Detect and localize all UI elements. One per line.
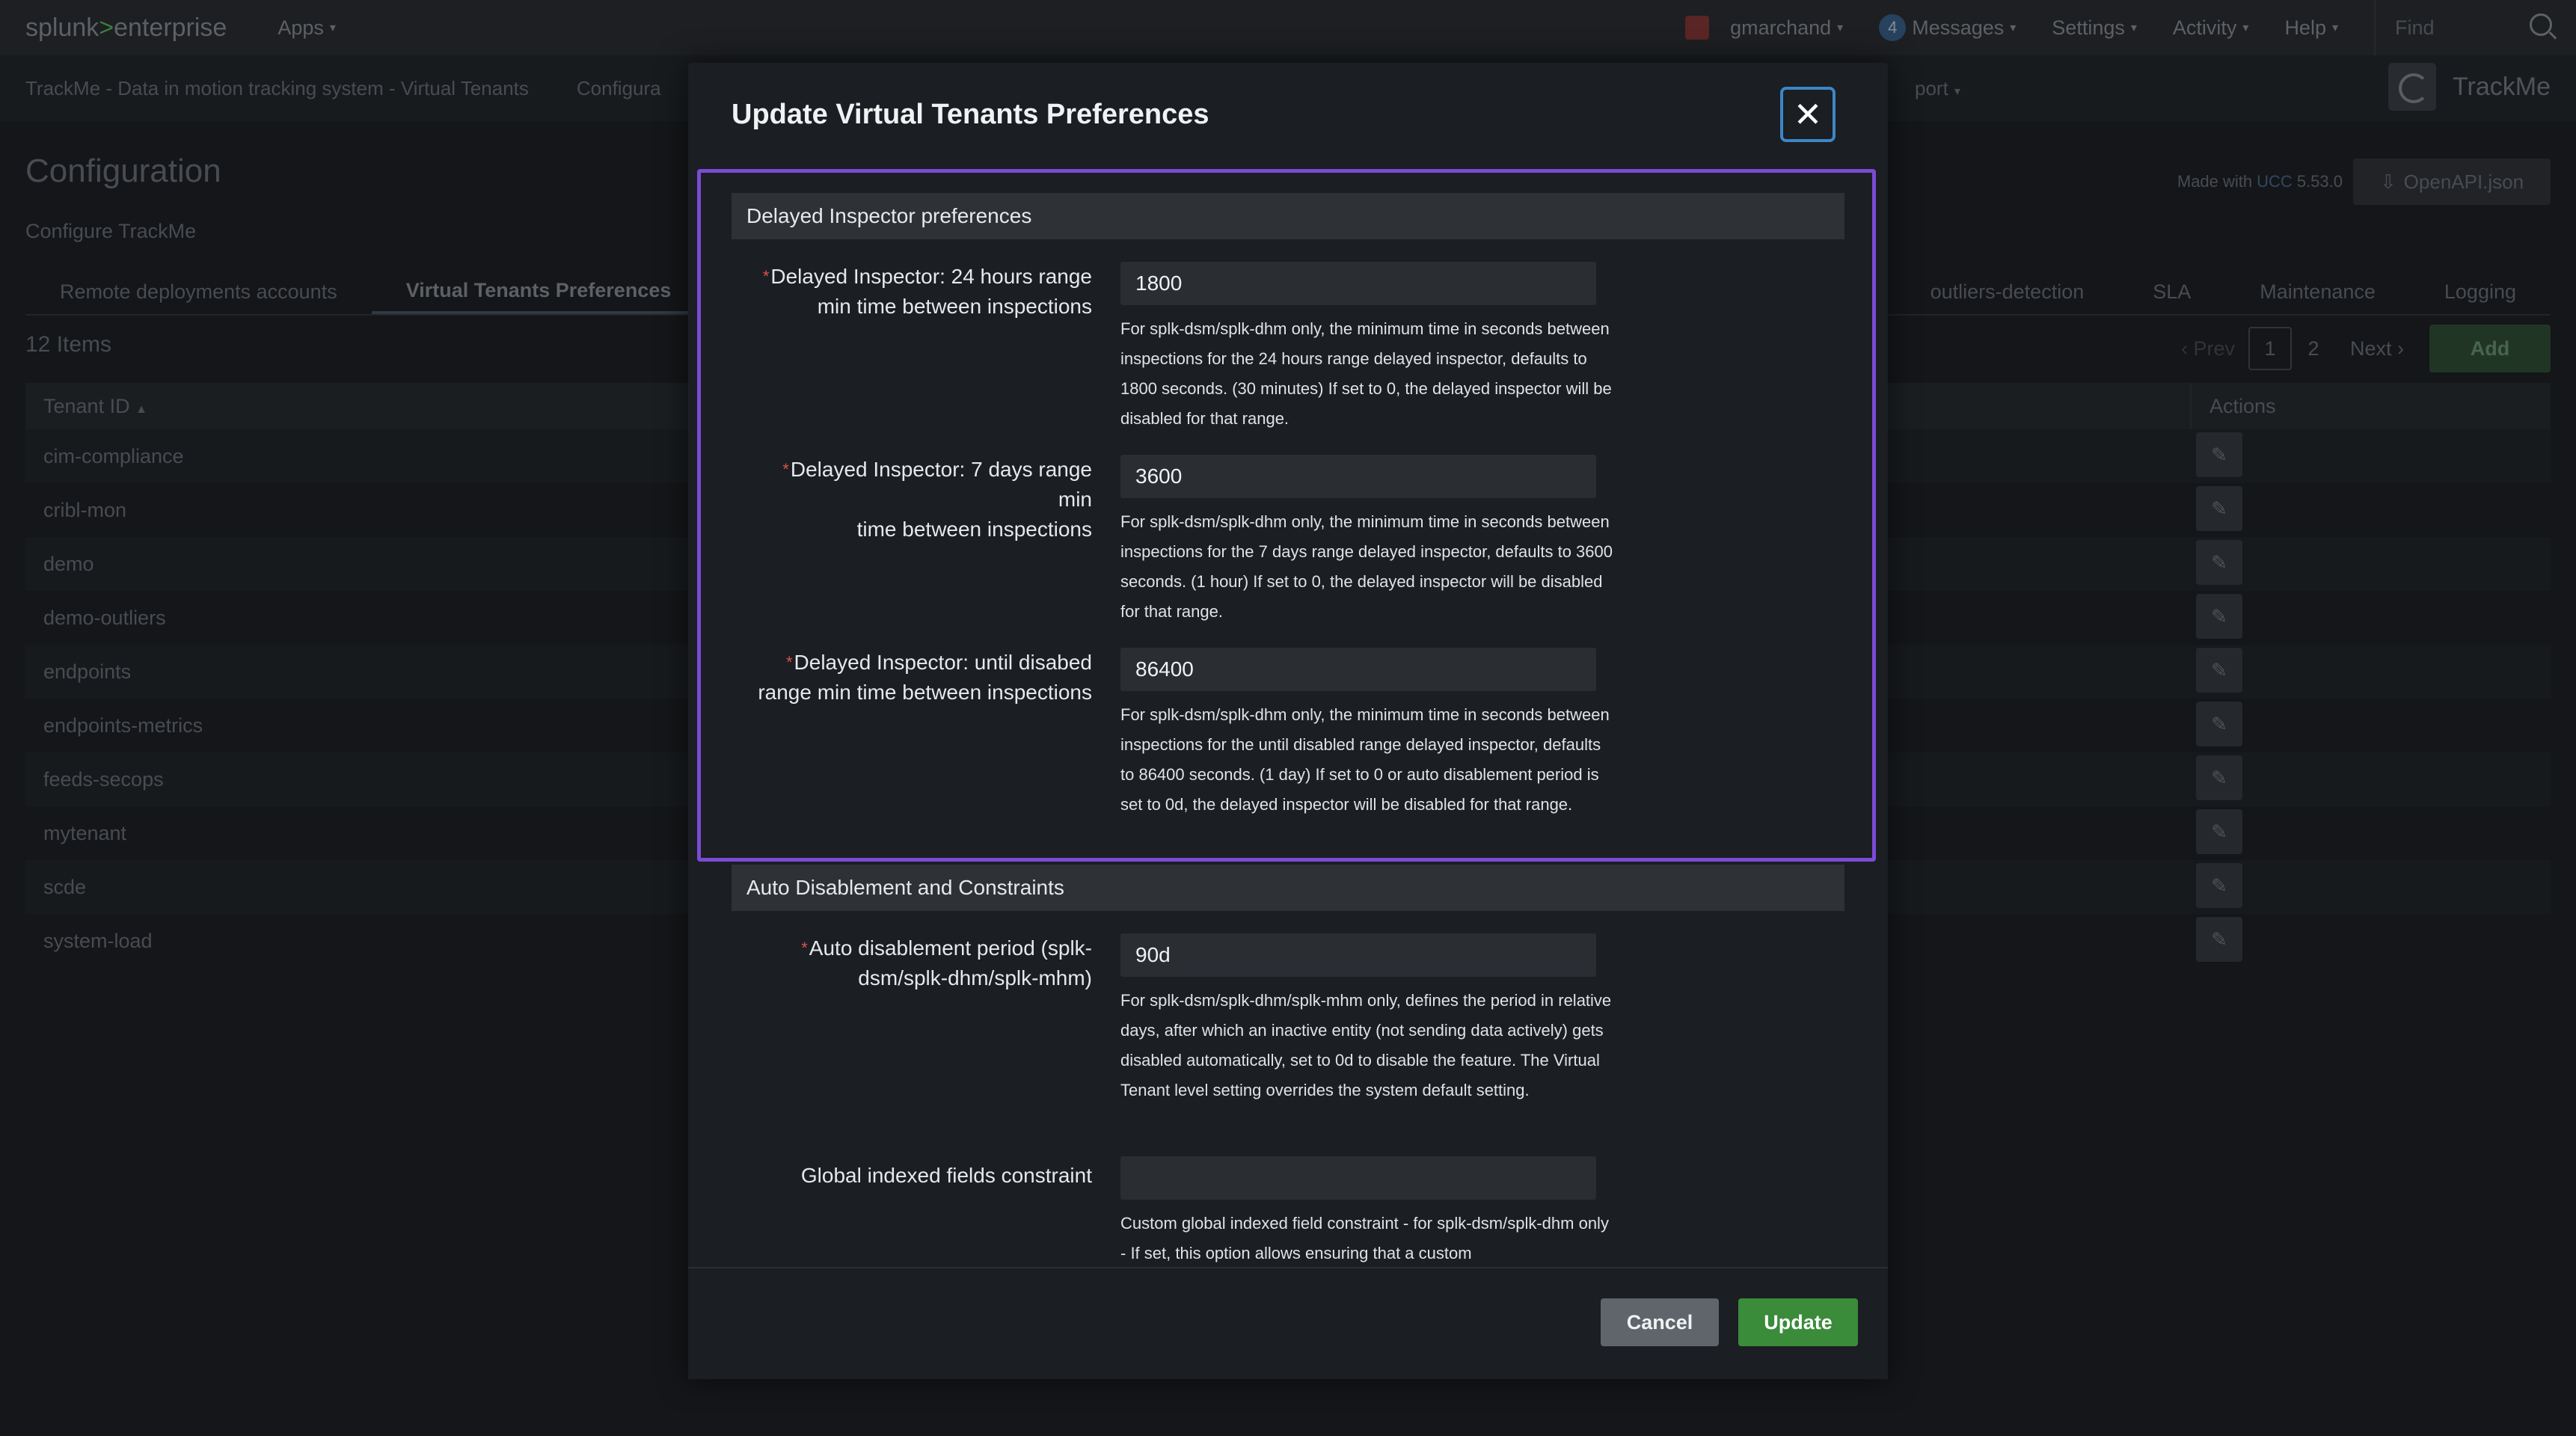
field-help: For splk-dsm/splk-dhm only, the minimum …: [1120, 705, 1610, 814]
field-label-line1: Delayed Inspector: 24 hours range: [770, 265, 1092, 288]
global-indexed-constraint-input[interactable]: [1120, 1156, 1596, 1200]
field-label-line1: Delayed Inspector: until disabed: [794, 651, 1092, 674]
delayed-7d-input[interactable]: 3600: [1120, 455, 1596, 498]
field-label-line1: Delayed Inspector: 7 days range min: [790, 458, 1092, 511]
modal-title: Update Virtual Tenants Preferences: [732, 99, 1209, 130]
update-button[interactable]: Update: [1738, 1298, 1858, 1346]
cancel-button[interactable]: Cancel: [1601, 1298, 1719, 1346]
field-label-line1: Global indexed fields constraint: [800, 1164, 1092, 1187]
section-delayed-inspector: Delayed Inspector preferences: [732, 193, 1844, 239]
field-label-line2: range min time between inspections: [758, 681, 1092, 704]
auto-disablement-input[interactable]: 90d: [1120, 933, 1596, 977]
field-label-line2: dsm/splk-dhm/splk-mhm): [858, 966, 1092, 989]
required-marker: *: [801, 939, 808, 957]
field-label-line2: time between inspections: [856, 518, 1092, 541]
field-label: *Delayed Inspector: 24 hours range min ti…: [748, 262, 1092, 322]
field-help: Custom global indexed field constraint -…: [1120, 1214, 1609, 1262]
required-marker: *: [782, 460, 789, 479]
delayed-24h-input[interactable]: 1800: [1120, 262, 1596, 305]
close-icon[interactable]: ✕: [1780, 87, 1836, 142]
modal-footer: Cancel Update: [688, 1267, 1888, 1379]
modal-body: Delayed Inspector preferences *Delayed I…: [688, 169, 1888, 1265]
field-label: Global indexed fields constraint: [748, 1161, 1092, 1191]
field-label-line2: min time between inspections: [817, 295, 1092, 318]
field-help: For splk-dsm/splk-dhm only, the minimum …: [1120, 512, 1613, 621]
update-preferences-modal: Update Virtual Tenants Preferences ✕ Del…: [688, 63, 1888, 1379]
required-marker: *: [762, 267, 770, 286]
field-label-line1: Auto disablement period (splk-: [809, 936, 1092, 960]
field-label: *Auto disablement period (splk-dsm/splk-…: [748, 933, 1092, 993]
required-marker: *: [785, 653, 793, 672]
field-help: For splk-dsm/splk-dhm/splk-mhm only, def…: [1120, 991, 1612, 1099]
field-label: *Delayed Inspector: 7 days range min time…: [748, 455, 1092, 544]
section-auto-disablement: Auto Disablement and Constraints: [732, 865, 1844, 911]
field-help: For splk-dsm/splk-dhm only, the minimum …: [1120, 319, 1612, 428]
delayed-until-disabled-input[interactable]: 86400: [1120, 648, 1596, 691]
field-label: *Delayed Inspector: until disabed range m…: [748, 648, 1092, 708]
